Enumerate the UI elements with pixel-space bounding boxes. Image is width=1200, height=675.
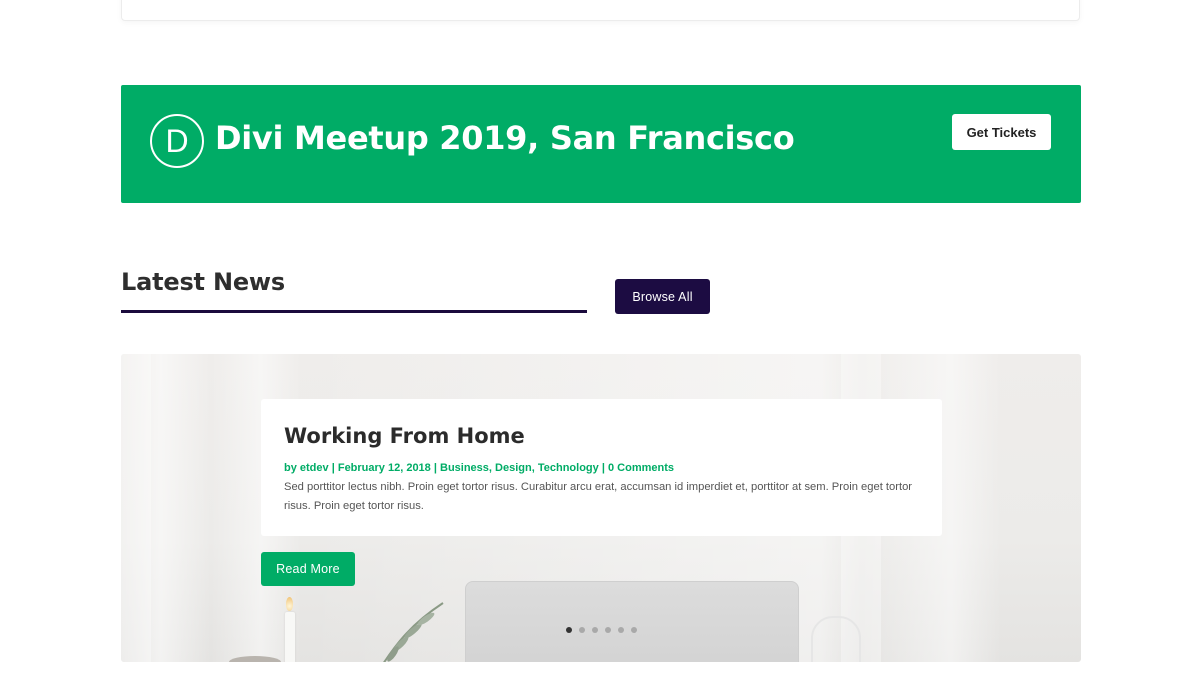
category-link[interactable]: Business: [440, 462, 489, 474]
bowl-decoration: [229, 656, 281, 662]
post-slider: Working From Home by etdev | February 12…: [121, 354, 1081, 662]
event-title: Divi Meetup 2019, San Francisco: [215, 119, 795, 157]
post-card: Working From Home by etdev | February 12…: [261, 399, 942, 536]
category-link[interactable]: Design: [495, 462, 532, 474]
post-date: February 12, 2018: [337, 462, 431, 474]
post-meta: by etdev | February 12, 2018 | Business,…: [284, 462, 674, 474]
slider-dot[interactable]: [592, 627, 598, 633]
plant-decoration: [383, 602, 444, 662]
browse-all-button[interactable]: Browse All: [615, 279, 710, 314]
post-excerpt: Sed porttitor lectus nibh. Proin eget to…: [284, 481, 913, 512]
latest-news-heading: Latest News: [121, 268, 285, 296]
candle-decoration: [285, 612, 295, 662]
candle-flame: [286, 597, 293, 611]
heading-divider: [121, 310, 587, 313]
slider-dot[interactable]: [566, 627, 572, 633]
comments-link[interactable]: 0 Comments: [608, 462, 674, 474]
category-link[interactable]: Technology: [538, 462, 599, 474]
curtain-decoration: [121, 354, 151, 662]
slider-dot[interactable]: [605, 627, 611, 633]
slider-dot[interactable]: [631, 627, 637, 633]
divi-logo-icon: D: [150, 114, 204, 168]
slider-dot[interactable]: [579, 627, 585, 633]
slider-dot[interactable]: [618, 627, 624, 633]
post-author-link[interactable]: by etdev: [284, 462, 329, 474]
chair-decoration: [811, 616, 861, 662]
laptop-decoration: [465, 581, 799, 662]
slider-pagination: [566, 627, 637, 633]
post-title[interactable]: Working From Home: [284, 424, 525, 448]
event-banner: D Divi Meetup 2019, San Francisco Get Ti…: [121, 85, 1081, 203]
read-more-button[interactable]: Read More: [261, 552, 355, 586]
previous-section-card: [121, 0, 1080, 21]
get-tickets-button[interactable]: Get Tickets: [952, 114, 1051, 150]
